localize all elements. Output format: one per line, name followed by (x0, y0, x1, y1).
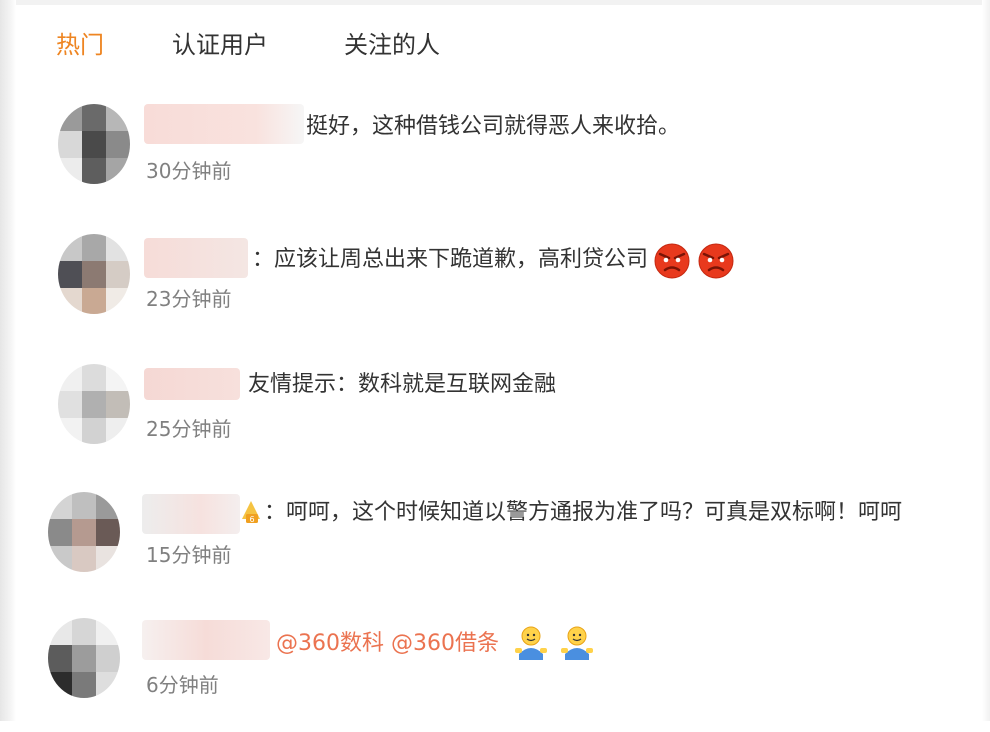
angry-face-emoji (698, 243, 734, 279)
figure-emoji (515, 626, 547, 660)
comment-item: 友情提示：数科就是互联网金融 25分钟前 (0, 358, 990, 478)
comment-text: 友情提示：数科就是互联网金融 (248, 372, 557, 397)
username-redacted[interactable] (144, 104, 304, 144)
mention-link[interactable]: @360借条 (391, 631, 499, 656)
window-top-edge (0, 0, 990, 5)
comment-time: 30分钟前 (146, 159, 232, 183)
tab-verified-users[interactable]: 认证用户 (172, 28, 268, 62)
comment-text: @360数科 @360借条 (276, 624, 598, 664)
comment-item: 6 ：呵呵，这个时候知道以警方通报为准了吗？可真是双标啊！呵呵 15分钟前 (0, 486, 990, 606)
tab-hot[interactable]: 热门 (56, 28, 104, 62)
comment-time: 6分钟前 (146, 673, 219, 697)
svg-text:6: 6 (249, 515, 254, 524)
comment-item: ：应该让周总出来下跪道歉，高利贷公司 23分钟前 (0, 228, 990, 348)
username-redacted[interactable] (144, 368, 240, 400)
comment-time: 15分钟前 (146, 543, 232, 567)
username-redacted[interactable] (142, 494, 240, 534)
angry-face-emoji (654, 243, 690, 279)
avatar[interactable] (58, 234, 130, 314)
comment-time: 23分钟前 (146, 287, 232, 311)
user-level-badge-icon: 6 (242, 501, 260, 524)
avatar[interactable] (48, 492, 120, 572)
avatar[interactable] (58, 104, 130, 184)
mention-link[interactable]: @360数科 (276, 631, 384, 656)
comment-text-content: ：应该让周总出来下跪道歉，高利贷公司 (252, 247, 649, 272)
avatar[interactable] (58, 364, 130, 444)
username-redacted[interactable] (144, 238, 248, 278)
comment-text: 挺好，这种借钱公司就得恶人来收拾。 (306, 114, 681, 139)
comment-time: 25分钟前 (146, 417, 232, 441)
username-redacted[interactable] (142, 620, 270, 660)
comment-item: 挺好，这种借钱公司就得恶人来收拾。 30分钟前 (0, 100, 990, 220)
comment-text: ：应该让周总出来下跪道歉，高利贷公司 (252, 240, 736, 280)
figure-emoji (561, 626, 593, 660)
comment-text: ：呵呵，这个时候知道以警方通报为准了吗？可真是双标啊！呵呵 (264, 500, 903, 525)
tab-following[interactable]: 关注的人 (344, 28, 440, 62)
comment-item: @360数科 @360借条 6分钟前 (0, 612, 990, 732)
avatar[interactable] (48, 618, 120, 698)
